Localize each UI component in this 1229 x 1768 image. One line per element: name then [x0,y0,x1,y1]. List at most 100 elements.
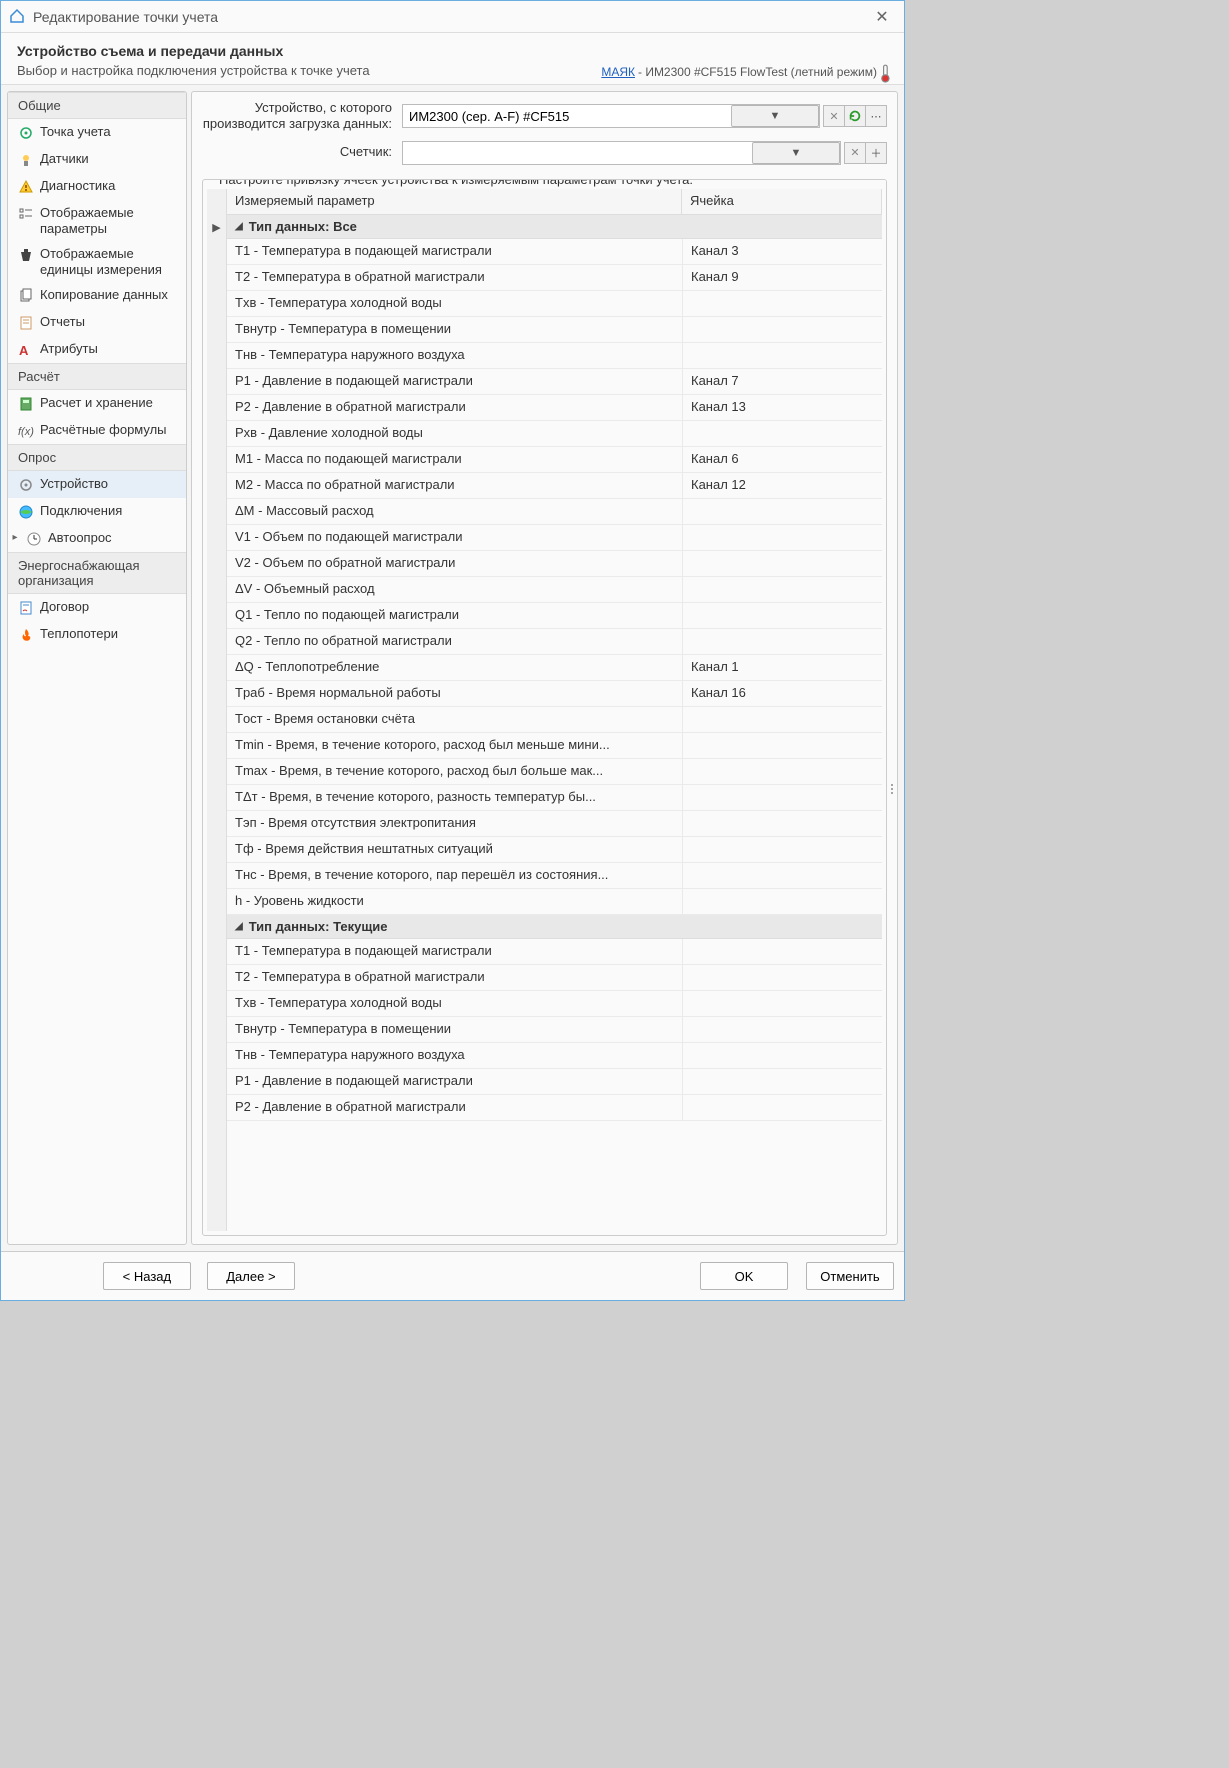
cell-channel[interactable] [682,1043,882,1068]
cell-channel[interactable]: Канал 1 [682,655,882,680]
cell-channel[interactable] [682,499,882,524]
table-row[interactable]: T1 - Температура в подающей магистрали [227,939,882,965]
table-row[interactable]: T2 - Температура в обратной магистралиКа… [227,265,882,291]
table-row[interactable]: Tmax - Время, в течение которого, расход… [227,759,882,785]
table-row[interactable]: ΔV - Объемный расход [227,577,882,603]
cell-channel[interactable] [682,965,882,990]
next-button[interactable]: Далее > [207,1262,295,1290]
cell-channel[interactable] [682,1017,882,1042]
ok-button[interactable]: OK [700,1262,788,1290]
table-row[interactable]: Tнв - Температура наружного воздуха [227,1043,882,1069]
cell-channel[interactable] [682,577,882,602]
close-icon[interactable]: ✕ [868,7,896,27]
table-row[interactable]: Q2 - Тепло по обратной магистрали [227,629,882,655]
cell-channel[interactable] [682,759,882,784]
table-row[interactable]: P1 - Давление в подающей магистралиКанал… [227,369,882,395]
cell-channel[interactable] [682,991,882,1016]
cell-channel[interactable] [682,603,882,628]
table-row[interactable]: V1 - Объем по подающей магистрали [227,525,882,551]
table-row[interactable]: Tэп - Время отсутствия электропитания [227,811,882,837]
sidebar-item[interactable]: Точка учета [8,119,186,146]
sidebar-item[interactable]: AАтрибуты [8,336,186,363]
cell-channel[interactable]: Канал 7 [682,369,882,394]
table-row[interactable]: T2 - Температура в обратной магистрали [227,965,882,991]
add-counter-button[interactable]: ＋ [865,142,887,164]
panel-resize-handle[interactable] [891,332,895,1236]
column-param[interactable]: Измеряемый параметр [227,189,682,214]
refresh-device-button[interactable] [844,105,866,127]
table-row[interactable]: P1 - Давление в подающей магистрали [227,1069,882,1095]
sidebar-item[interactable]: Копирование данных [8,282,186,309]
cell-channel[interactable] [682,811,882,836]
cancel-button[interactable]: Отменить [806,1262,894,1290]
cell-channel[interactable] [682,837,882,862]
table-row[interactable]: Tф - Время действия нештатных ситуаций [227,837,882,863]
table-row[interactable]: Tхв - Температура холодной воды [227,991,882,1017]
table-row[interactable]: M1 - Масса по подающей магистралиКанал 6 [227,447,882,473]
table-row[interactable]: V2 - Объем по обратной магистрали [227,551,882,577]
group-header[interactable]: ◢Тип данных: Текущие [227,915,882,939]
sidebar-item[interactable]: Договор [8,594,186,621]
cell-channel[interactable]: Канал 13 [682,395,882,420]
cell-channel[interactable] [682,525,882,550]
cell-channel[interactable]: Канал 9 [682,265,882,290]
table-row[interactable]: Tнв - Температура наружного воздуха [227,343,882,369]
cell-channel[interactable]: Канал 6 [682,447,882,472]
cell-channel[interactable]: Канал 3 [682,239,882,264]
cell-channel[interactable] [682,343,882,368]
more-device-button[interactable]: ⋯ [865,105,887,127]
table-row[interactable]: M2 - Масса по обратной магистралиКанал 1… [227,473,882,499]
cell-channel[interactable] [682,421,882,446]
table-row[interactable]: TΔт - Время, в течение которого, разност… [227,785,882,811]
table-row[interactable]: Tmin - Время, в течение которого, расход… [227,733,882,759]
group-header[interactable]: ◢Тип данных: Все [227,215,882,239]
clear-device-button[interactable]: ✕ [823,105,845,127]
table-row[interactable]: Tхв - Температура холодной воды [227,291,882,317]
sidebar-item[interactable]: Датчики [8,146,186,173]
sidebar-item[interactable]: Теплопотери [8,621,186,648]
cell-channel[interactable]: Канал 16 [682,681,882,706]
device-link[interactable]: МАЯК [601,65,635,79]
table-row[interactable]: Pхв - Давление холодной воды [227,421,882,447]
cell-channel[interactable] [682,889,882,914]
table-row[interactable]: Tост - Время остановки счёта [227,707,882,733]
sidebar-item[interactable]: Диагностика [8,173,186,200]
cell-channel[interactable] [682,291,882,316]
cell-channel[interactable] [682,1069,882,1094]
sidebar-item[interactable]: Отчеты [8,309,186,336]
grid-rows[interactable]: ◢Тип данных: ВсеT1 - Температура в подаю… [227,215,882,1232]
cell-channel[interactable] [682,707,882,732]
sidebar-item[interactable]: Отображаемые параметры [8,200,186,241]
cell-channel[interactable] [682,1095,882,1120]
counter-combo[interactable]: ▼ [402,141,841,165]
sidebar-item[interactable]: Отображаемые единицы измерения [8,241,186,282]
table-row[interactable]: T1 - Температура в подающей магистралиКа… [227,239,882,265]
table-row[interactable]: P2 - Давление в обратной магистрали [227,1095,882,1121]
clear-counter-button[interactable]: ✕ [844,142,866,164]
cell-channel[interactable] [682,317,882,342]
table-row[interactable]: ΔM - Массовый расход [227,499,882,525]
cell-channel[interactable] [682,863,882,888]
cell-channel[interactable] [682,551,882,576]
cell-channel[interactable] [682,939,882,964]
sidebar-item[interactable]: Подключения [8,498,186,525]
column-cell[interactable]: Ячейка [682,189,882,214]
table-row[interactable]: h - Уровень жидкости [227,889,882,915]
device-input[interactable] [403,105,723,127]
table-row[interactable]: Q1 - Тепло по подающей магистрали [227,603,882,629]
cell-channel[interactable]: Канал 12 [682,473,882,498]
table-row[interactable]: P2 - Давление в обратной магистралиКанал… [227,395,882,421]
cell-channel[interactable] [682,629,882,654]
counter-input[interactable] [403,142,744,164]
device-combo[interactable]: ▼ [402,104,820,128]
table-row[interactable]: Tвнутр - Температура в помещении [227,317,882,343]
dropdown-icon[interactable]: ▼ [731,105,819,127]
sidebar-item[interactable]: f(x)Расчётные формулы [8,417,186,444]
sidebar-item[interactable]: Устройство [8,471,186,498]
table-row[interactable]: Tнс - Время, в течение которого, пар пер… [227,863,882,889]
table-row[interactable]: ΔQ - ТеплопотреблениеКанал 1 [227,655,882,681]
cell-channel[interactable] [682,785,882,810]
cell-channel[interactable] [682,733,882,758]
sidebar-item[interactable]: ▸Автоопрос [8,525,186,552]
sidebar-item[interactable]: Расчет и хранение [8,390,186,417]
